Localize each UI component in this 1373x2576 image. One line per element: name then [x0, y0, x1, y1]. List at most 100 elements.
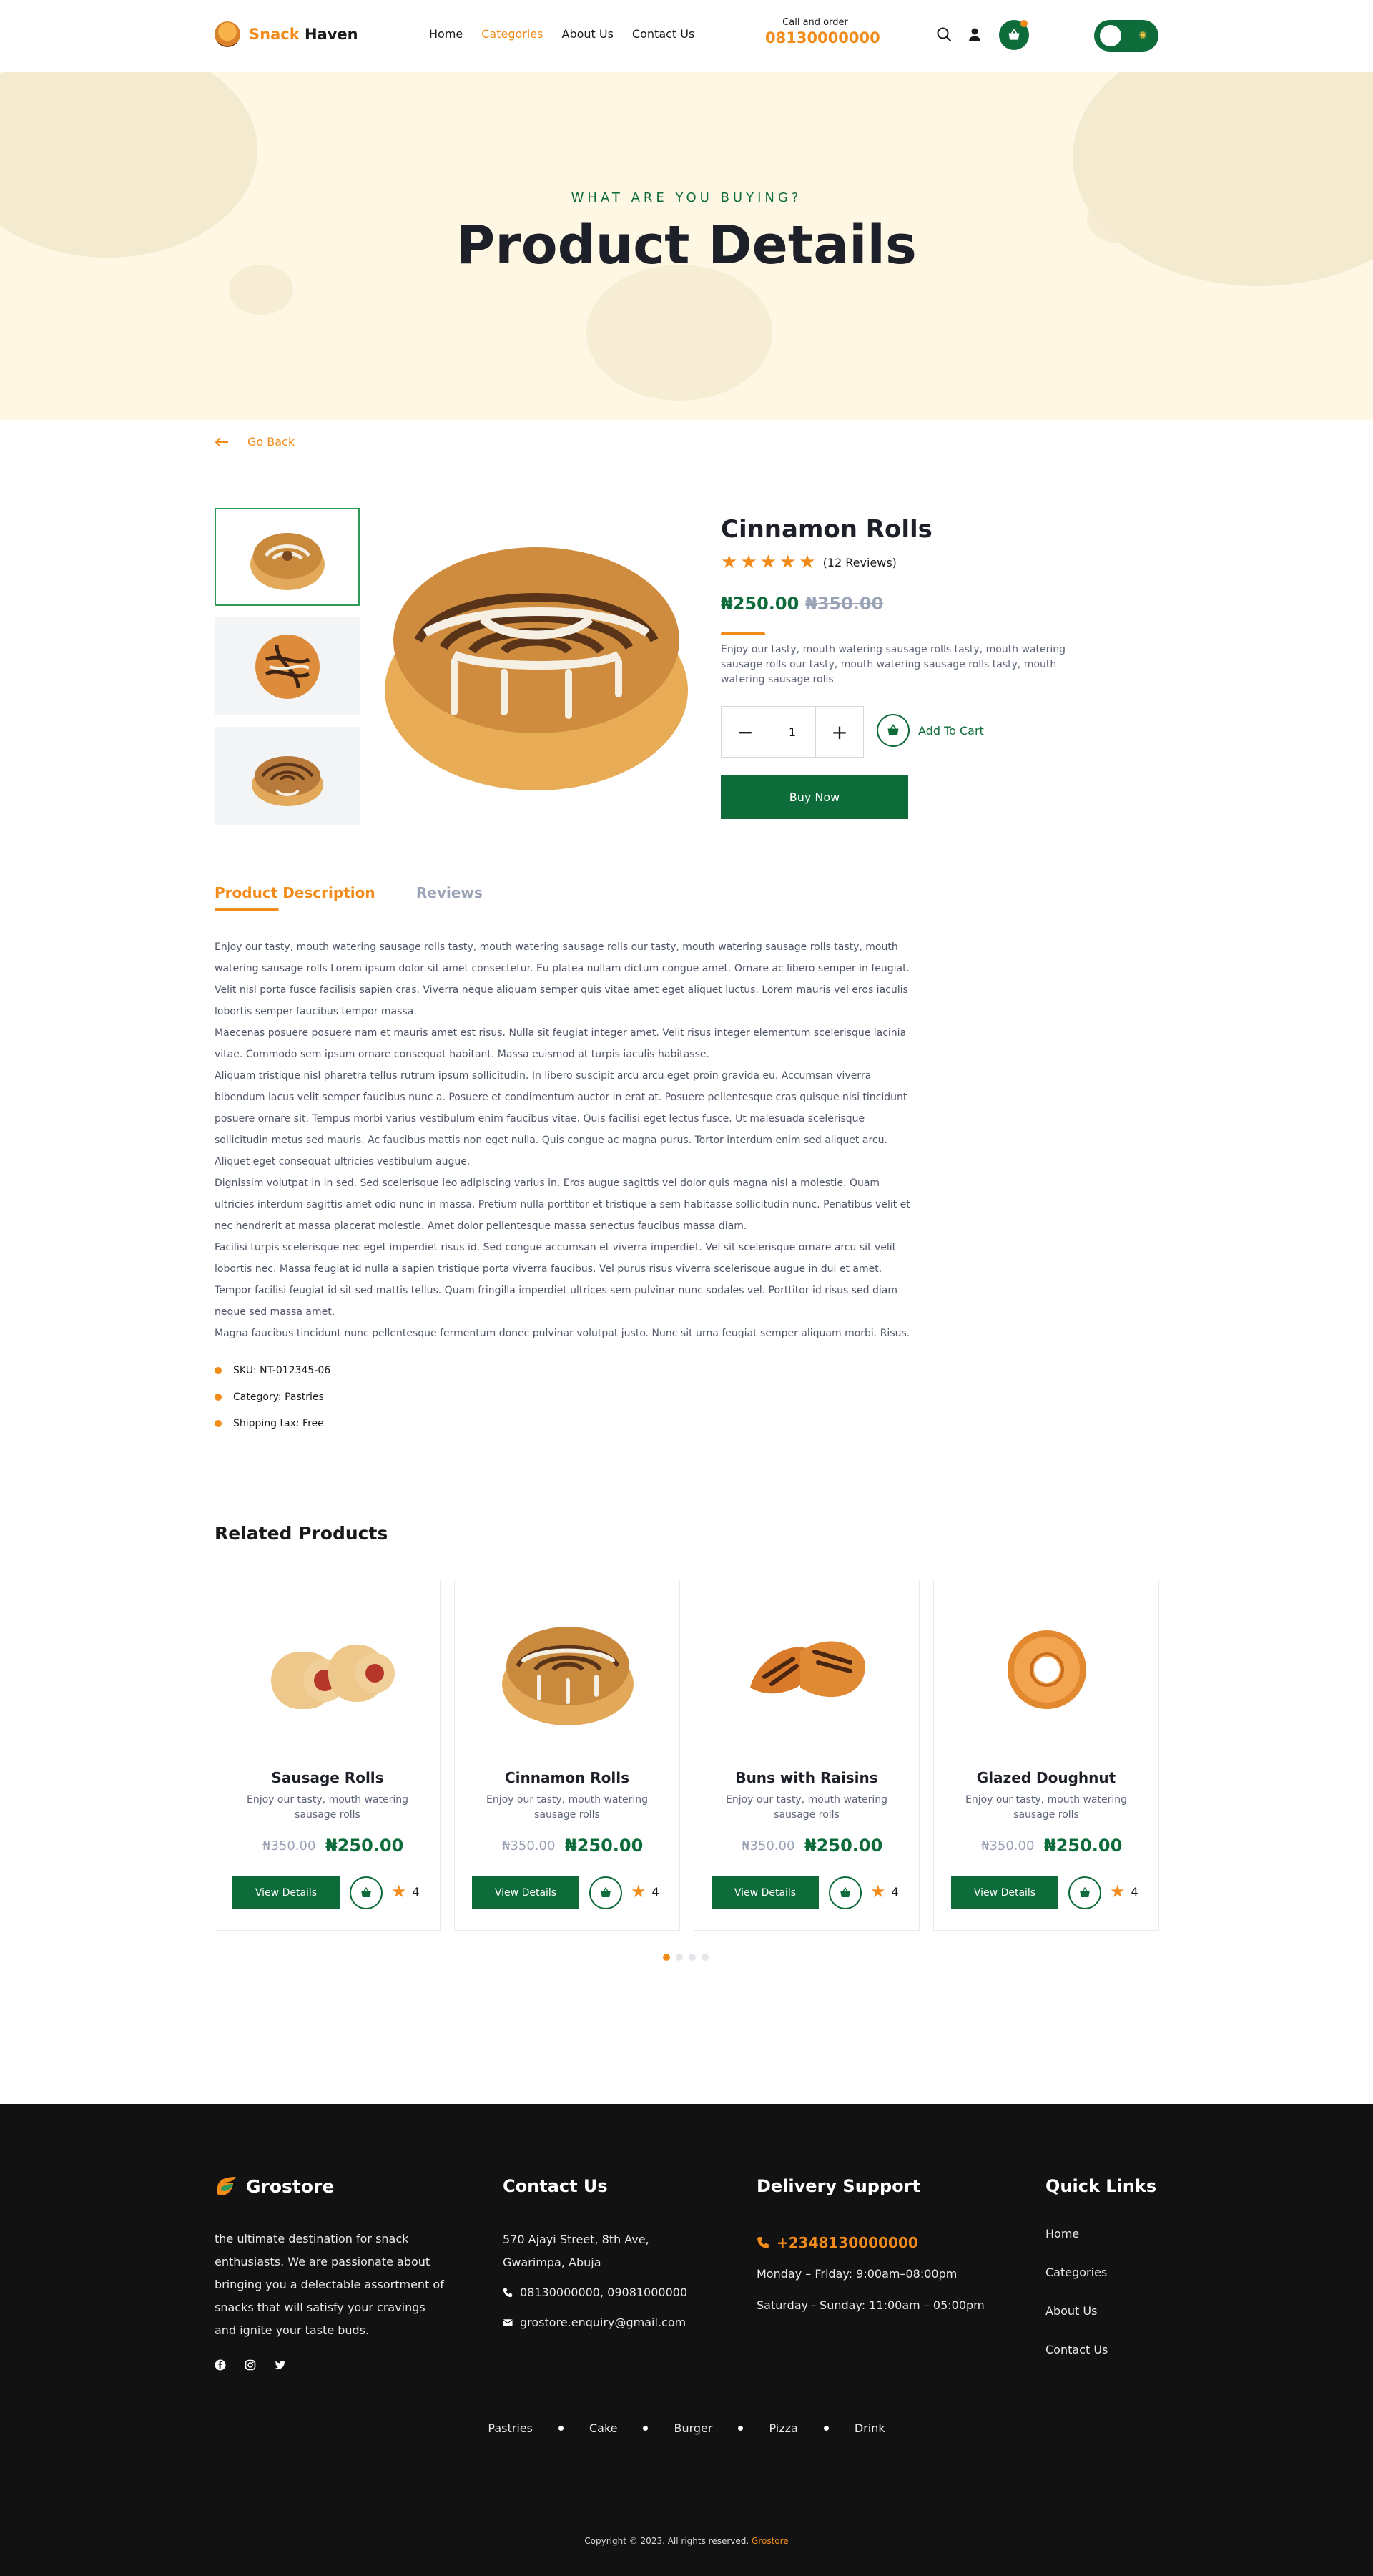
- star-icon: ★: [631, 1881, 646, 1901]
- increase-button[interactable]: +: [816, 707, 863, 757]
- footer-link-about-us[interactable]: About Us: [1045, 2304, 1108, 2343]
- view-details-button[interactable]: View Details: [472, 1876, 579, 1909]
- footer-contact-title: Contact Us: [503, 2176, 608, 2196]
- call-number[interactable]: 08130000000: [765, 29, 880, 46]
- footer-email: grostore.enquiry@gmail.com: [503, 2311, 687, 2334]
- quantity-value[interactable]: 1: [769, 707, 816, 757]
- carousel-dot[interactable]: [702, 1954, 709, 1961]
- carousel-dot[interactable]: [689, 1954, 696, 1961]
- nav-contact-us[interactable]: Contact Us: [632, 27, 694, 41]
- review-count[interactable]: (12 Reviews): [823, 556, 897, 569]
- footer-category-cake[interactable]: Cake: [589, 2421, 618, 2435]
- thumbnail-3[interactable]: [215, 727, 360, 825]
- footer-quick-links-title: Quick Links: [1045, 2176, 1157, 2196]
- arrow-left-icon: [215, 436, 228, 447]
- star-icon: ★: [1110, 1881, 1126, 1901]
- nav-categories[interactable]: Categories: [481, 27, 543, 41]
- footer-category-pastries[interactable]: Pastries: [488, 2421, 533, 2435]
- thumbnail-1[interactable]: [215, 508, 360, 606]
- brand-logo[interactable]: Snack Haven: [215, 21, 358, 47]
- footer-category-drink[interactable]: Drink: [855, 2421, 885, 2435]
- footer-category-burger[interactable]: Burger: [674, 2421, 712, 2435]
- star-icon: ★: [740, 552, 757, 573]
- card-title: Glazed Doughnut: [976, 1769, 1116, 1786]
- add-to-cart-button[interactable]: [829, 1876, 862, 1909]
- search-icon[interactable]: [935, 26, 953, 43]
- footer-category-pizza[interactable]: Pizza: [769, 2421, 797, 2435]
- product-rating: ★ ★ ★ ★ ★ (12 Reviews): [721, 553, 897, 572]
- product-card[interactable]: Buns with Raisins Enjoy our tasty, mouth…: [694, 1580, 920, 1931]
- carousel-dot-active[interactable]: [663, 1954, 670, 1961]
- star-icon: ★: [721, 552, 738, 573]
- product-old-price: ₦350.00: [805, 594, 884, 614]
- product-meta-list: SKU: NT-012345-06 Category: Pastries Shi…: [215, 1357, 330, 1436]
- add-to-cart-button[interactable]: [1068, 1876, 1101, 1909]
- phone-icon: [503, 2288, 513, 2298]
- burger-logo-icon: [215, 21, 240, 47]
- view-details-button[interactable]: View Details: [712, 1876, 819, 1909]
- delivery-phone[interactable]: +2348130000000: [757, 2227, 985, 2258]
- footer-link-home[interactable]: Home: [1045, 2227, 1108, 2266]
- add-to-cart-button[interactable]: [350, 1876, 383, 1909]
- call-to-order: Call and order 08130000000: [765, 17, 880, 46]
- theme-toggle[interactable]: ✺: [1094, 20, 1158, 52]
- cart-button[interactable]: [999, 20, 1029, 50]
- decrease-button[interactable]: −: [722, 707, 769, 757]
- cart-badge: [1020, 20, 1028, 27]
- related-products-title: Related Products: [215, 1523, 388, 1544]
- product-card[interactable]: Glazed Doughnut Enjoy our tasty, mouth w…: [933, 1580, 1159, 1931]
- sun-icon: ✺: [1138, 30, 1147, 41]
- card-old-price: ₦350.00: [262, 1838, 316, 1853]
- card-rating: ★ 4: [1110, 1881, 1138, 1901]
- card-price: ₦250.00: [565, 1836, 644, 1856]
- product-card[interactable]: Sausage Rolls Enjoy our tasty, mouth wat…: [215, 1580, 441, 1931]
- bullet-icon: [215, 1393, 222, 1401]
- call-label: Call and order: [782, 17, 848, 28]
- sausage-rolls-image: [271, 1645, 395, 1709]
- go-back-link[interactable]: Go Back: [215, 435, 295, 449]
- cart-icon: [1080, 1886, 1090, 1897]
- nav-home[interactable]: Home: [429, 27, 463, 41]
- toggle-knob: [1100, 25, 1121, 46]
- footer-category-links: Pastries Cake Burger Pizza Drink: [0, 2421, 1373, 2435]
- footer-link-categories[interactable]: Categories: [1045, 2266, 1108, 2304]
- view-details-button[interactable]: View Details: [232, 1876, 340, 1909]
- tab-product-description[interactable]: Product Description: [215, 884, 375, 901]
- card-rating: ★ 4: [870, 1881, 899, 1901]
- card-old-price: ₦350.00: [981, 1838, 1035, 1853]
- add-to-cart-button[interactable]: Add To Cart: [877, 714, 984, 747]
- meta-shipping: Shipping tax: Free: [215, 1410, 330, 1436]
- footer-about: the ultimate destination for snack enthu…: [215, 2232, 444, 2337]
- view-details-button[interactable]: View Details: [951, 1876, 1058, 1909]
- copyright-brand[interactable]: Grostore: [752, 2536, 789, 2546]
- add-to-cart-button[interactable]: [589, 1876, 622, 1909]
- cart-icon: [887, 723, 899, 735]
- footer-logo[interactable]: Grostore: [215, 2174, 334, 2198]
- cinnamon-roll-top-image: [255, 634, 320, 699]
- tab-reviews[interactable]: Reviews: [416, 884, 483, 901]
- carousel-dot[interactable]: [676, 1954, 683, 1961]
- facebook-icon[interactable]: [215, 2359, 226, 2371]
- instagram-icon[interactable]: [245, 2359, 256, 2371]
- bullet-icon: [215, 1419, 222, 1427]
- thumbnail-2[interactable]: [215, 617, 360, 715]
- card-rating: ★ 4: [391, 1881, 420, 1901]
- description-paragraph: Magna faucibus tincidunt nunc pellentesq…: [215, 1328, 910, 1339]
- divider: [721, 632, 765, 635]
- product-card[interactable]: Cinnamon Rolls Enjoy our tasty, mouth wa…: [454, 1580, 680, 1931]
- nav-about-us[interactable]: About Us: [562, 27, 614, 41]
- banner-kicker: WHAT ARE YOU BUYING?: [571, 190, 802, 205]
- card-price: ₦250.00: [1044, 1836, 1123, 1856]
- separator-dot: [823, 2426, 829, 2431]
- user-icon[interactable]: [966, 26, 983, 43]
- footer-contact-info: 570 Ajayi Street, 8th Ave, Gwarimpa, Abu…: [503, 2228, 687, 2334]
- buns-with-raisins-image: [750, 1641, 866, 1698]
- footer-link-contact-us[interactable]: Contact Us: [1045, 2343, 1108, 2381]
- cart-icon: [840, 1886, 850, 1897]
- delivery-hours-weekend: Saturday - Sunday: 11:00am – 05:00pm: [757, 2298, 985, 2312]
- separator-dot: [738, 2426, 744, 2431]
- product-price: ₦250.00: [721, 594, 799, 614]
- buy-now-button[interactable]: Buy Now: [721, 775, 908, 819]
- star-icon: ★: [799, 552, 816, 573]
- twitter-icon[interactable]: [275, 2359, 286, 2371]
